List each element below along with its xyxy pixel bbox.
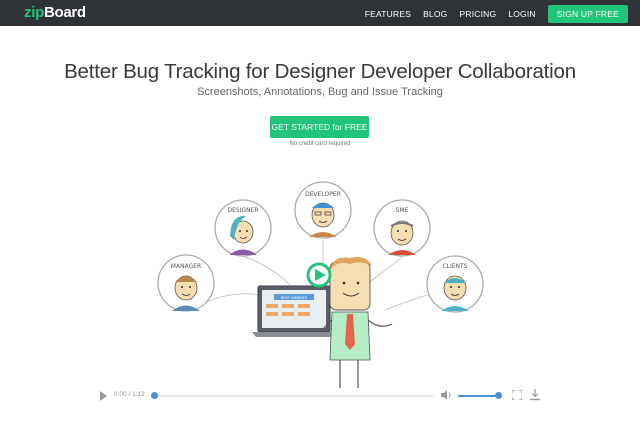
play-icon[interactable]	[100, 391, 107, 401]
nav-link-pricing[interactable]: PRICING	[459, 9, 496, 19]
hero-subheadline: Screenshots, Annotations, Bug and Issue …	[197, 86, 443, 98]
video-illustration[interactable]: MANAGER DESIGNER DEVELOPER SME CLIENTS B…	[0, 170, 640, 390]
no-credit-card-note: No credit card required	[289, 141, 351, 147]
nav-link-features[interactable]: FEATURES	[365, 9, 411, 19]
laptop-banner-text: BEST WEBSITE	[281, 296, 308, 300]
avatar-manager: MANAGER	[157, 254, 215, 312]
volume-slider-track[interactable]	[458, 395, 498, 397]
manager-label: MANAGER	[171, 263, 201, 270]
get-started-button[interactable]: GET STARTED for FREE	[270, 116, 369, 138]
nav-links: FEATURES BLOG PRICING LOGIN SIGN UP FREE	[353, 5, 628, 23]
avatar-designer: DESIGNER	[214, 199, 272, 257]
video-progress-track[interactable]	[153, 395, 433, 397]
clients-label: CLIENTS	[442, 263, 467, 270]
video-player-controls: 0:00 / 1:12	[100, 389, 542, 405]
avatar-developer: DEVELOPER	[294, 181, 352, 239]
sign-up-button[interactable]: SIGN UP FREE	[547, 5, 628, 23]
zipboard-logo[interactable]: zipBoard	[24, 4, 86, 21]
logo-suffix: Board	[43, 4, 86, 21]
video-play-button[interactable]	[306, 262, 332, 288]
nav-link-login[interactable]: LOGIN	[508, 9, 535, 19]
nav-link-blog[interactable]: BLOG	[423, 9, 447, 19]
download-icon[interactable]	[530, 389, 540, 401]
hero-headline: Better Bug Tracking for Designer Develop…	[64, 60, 576, 83]
avatar-clients: CLIENTS	[426, 255, 484, 313]
designer-label: DESIGNER	[227, 207, 258, 214]
top-navbar: zipBoard FEATURES BLOG PRICING LOGIN SIG…	[0, 0, 640, 26]
sme-label: SME	[396, 207, 409, 214]
avatar-sme: SME	[373, 199, 431, 257]
volume-slider-handle[interactable]	[495, 392, 502, 399]
logo-prefix: zip	[24, 4, 44, 21]
volume-icon[interactable]	[440, 389, 452, 401]
video-progress-handle[interactable]	[151, 392, 158, 399]
video-time: 0:00 / 1:12	[114, 391, 145, 398]
fullscreen-icon[interactable]	[512, 390, 522, 400]
developer-label: DEVELOPER	[305, 191, 341, 198]
